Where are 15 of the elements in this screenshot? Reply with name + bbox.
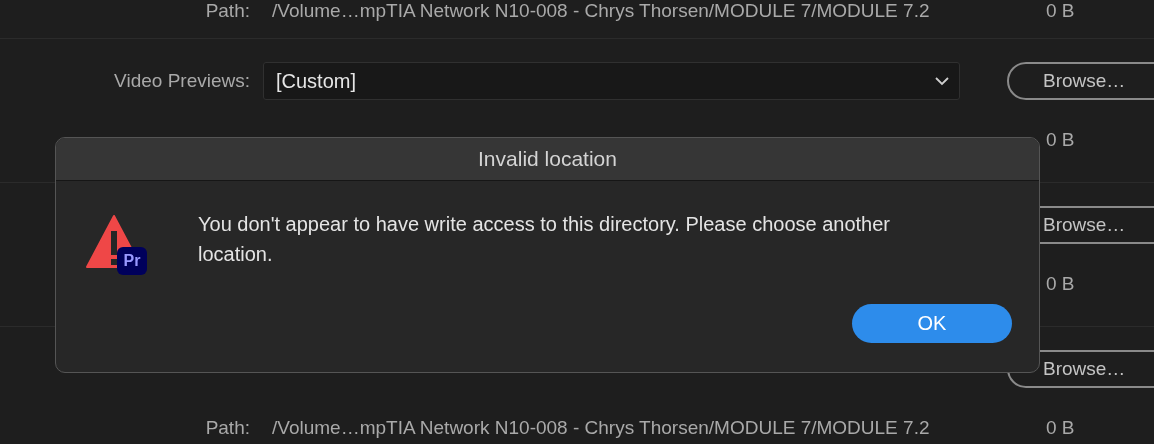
path-value: /Volume…mpTIA Network N10-008 - Chrys Thorsen/MODULE 7/MODULE 7.2 [272, 417, 930, 438]
size-value: 0 B [1046, 273, 1075, 294]
browse-button[interactable]: Browse… [1007, 62, 1154, 100]
dialog-title: Invalid location [478, 147, 617, 171]
size-value: 0 B [1046, 129, 1075, 150]
dialog-message: You don't appear to have write access to this directory. Please choose another location. [198, 212, 891, 267]
size-value: 0 B [1046, 0, 1075, 21]
field-label: Video Previews: [114, 70, 250, 91]
path-label: Path: [205, 417, 250, 438]
path-label: Path: [205, 0, 250, 21]
size-value: 0 B [1046, 417, 1075, 438]
dropdown-field[interactable]: [Custom] [263, 62, 960, 100]
path-value: /Volume…mpTIA Network N10-008 - Chrys Thorsen/MODULE 7/MODULE 7.2 [272, 0, 930, 21]
app-badge: Pr [117, 247, 147, 275]
chevron-down-icon [935, 76, 949, 86]
